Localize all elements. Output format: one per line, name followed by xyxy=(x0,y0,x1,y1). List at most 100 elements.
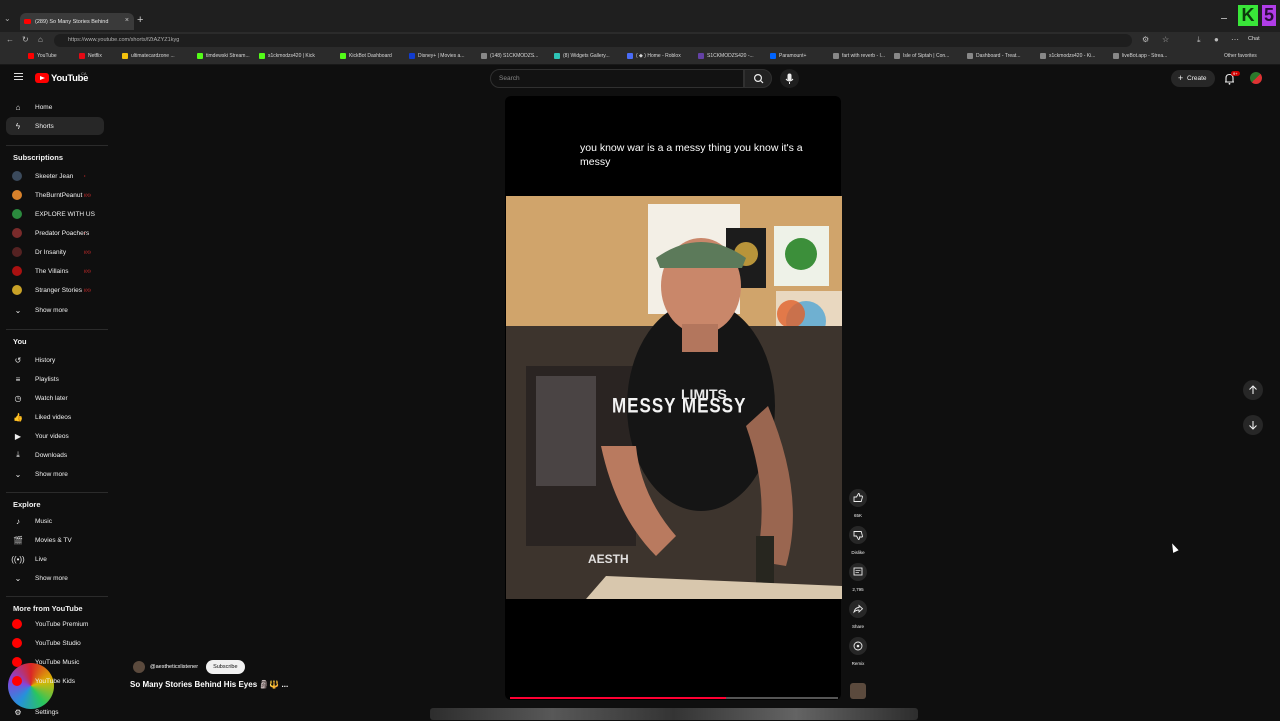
explore-heading[interactable]: Explore xyxy=(13,500,41,509)
bookmark-label: Dashboard - Treat... xyxy=(976,53,1021,59)
search-button[interactable] xyxy=(744,69,772,88)
sidebar-item-label: Watch later xyxy=(35,394,68,402)
new-tab-button[interactable]: + xyxy=(137,14,143,26)
sidebar-item-shorts[interactable]: ϟ Shorts xyxy=(6,117,104,135)
extensions-icon[interactable]: ⚙ xyxy=(1142,35,1149,44)
subscriptions-heading[interactable]: Subscriptions xyxy=(13,153,63,162)
live-indicator-icon: ((•)) xyxy=(84,287,91,292)
subs-show-more[interactable]: ⌄ Show more xyxy=(6,301,104,319)
subscription-item[interactable]: Predator Poachers xyxy=(6,224,104,242)
sidebar-item-explore[interactable]: ((•)) Live xyxy=(6,550,104,568)
more-youtube-item[interactable]: YouTube Kids xyxy=(6,672,104,690)
short-video-frame[interactable]: MESSY MESSY LIMITS AESTH xyxy=(506,196,842,599)
more-youtube-item[interactable]: YouTube Studio xyxy=(6,634,104,652)
download-icon: ⤓ xyxy=(16,450,20,459)
you-heading[interactable]: You xyxy=(13,337,27,346)
bookmarks-bar: YouTube Netflix ultimatecardzone ... timdew… xyxy=(0,49,1280,65)
address-bar[interactable]: https://www.youtube.com/shorts/fZtAZYZ1k… xyxy=(54,34,1132,47)
bookmark-item[interactable]: YouTube xyxy=(28,53,57,59)
share-icon xyxy=(853,604,864,614)
voice-search-button[interactable] xyxy=(780,69,799,88)
tab-close-icon[interactable]: × xyxy=(125,17,129,24)
plus-icon: + xyxy=(1178,73,1184,83)
channel-avatar[interactable] xyxy=(133,661,145,673)
bookmark-item[interactable]: Netflix xyxy=(79,53,102,59)
thumbs-up-icon xyxy=(853,493,863,502)
sidebar-item-home[interactable]: ⌂ Home xyxy=(6,98,104,116)
you-show-more[interactable]: ⌄ Show more xyxy=(6,465,104,483)
previous-short-button[interactable] xyxy=(1243,380,1263,400)
watch-later-icon: ◷ xyxy=(14,393,22,403)
back-icon[interactable]: ← xyxy=(6,35,14,44)
other-favorites[interactable]: Other favorites xyxy=(1224,53,1257,59)
sidebar-item-you[interactable]: ≡ Playlists xyxy=(6,370,104,388)
sidebar-item-you[interactable]: ↺ History xyxy=(6,351,104,369)
refresh-icon[interactable]: ↻ xyxy=(22,35,29,44)
favorites-icon[interactable]: ☆ xyxy=(1162,35,1169,44)
create-button[interactable]: + Create xyxy=(1171,70,1215,87)
video-progress-bar[interactable] xyxy=(510,697,838,699)
bookmark-item[interactable]: (8) Widgets Gallery... xyxy=(554,53,610,59)
bookmark-item[interactable]: ( ◆ ) Home - Roblox xyxy=(627,53,681,59)
more-youtube-item[interactable]: YouTube Music xyxy=(6,653,104,671)
dislike-button[interactable] xyxy=(849,526,867,544)
bookmark-item[interactable]: s1ckmodzs420 - Ki... xyxy=(1040,53,1095,59)
tab-search-icon[interactable]: ⌄ xyxy=(4,14,11,23)
account-avatar[interactable] xyxy=(1250,72,1262,84)
minimize-icon[interactable] xyxy=(1221,18,1227,19)
bookmark-item[interactable]: timdewski Stream... xyxy=(197,53,250,59)
subscription-item[interactable]: Skeeter Jean xyxy=(6,167,104,185)
sidebar-item-you[interactable]: 👍 Liked videos xyxy=(6,408,104,426)
remix-button[interactable] xyxy=(849,637,867,655)
bookmark-item[interactable]: liveBot.app - Strea... xyxy=(1113,53,1167,59)
short-title[interactable]: So Many Stories Behind His Eyes 🗿🔱 ... xyxy=(130,680,288,689)
like-button[interactable] xyxy=(849,489,867,507)
channel-name[interactable]: @aestheticxlistener xyxy=(150,664,198,670)
comments-button[interactable] xyxy=(849,563,867,581)
youtube-logo-icon[interactable] xyxy=(35,73,49,83)
subscribe-button[interactable]: Subscribe xyxy=(206,660,245,674)
create-label: Create xyxy=(1187,75,1207,82)
bookmark-item[interactable]: ultimatecardzone ... xyxy=(122,53,175,59)
sound-thumbnail[interactable] xyxy=(850,683,866,699)
home-browser-icon[interactable]: ⌂ xyxy=(38,35,43,44)
bookmark-item[interactable]: (148) S1CKMODZS... xyxy=(481,53,538,59)
sidebar-divider xyxy=(6,145,108,146)
kick-logo-icon: K xyxy=(1238,5,1258,26)
taskbar-preview xyxy=(430,708,918,720)
search-input[interactable]: Search xyxy=(490,69,744,88)
bookmark-label: Paramount+ xyxy=(779,53,807,59)
bookmark-label: s1ckmodzs420 - Ki... xyxy=(1049,53,1096,59)
more-from-youtube-heading[interactable]: More from YouTube xyxy=(13,604,83,613)
downloads-browser-icon[interactable]: ⤓ xyxy=(1197,35,1201,45)
hamburger-menu-icon[interactable] xyxy=(14,73,23,80)
menu-dots-icon[interactable]: ⋯ xyxy=(1231,35,1239,44)
bookmark-label: Isle of Siptah | Con... xyxy=(903,53,950,59)
chat-button[interactable]: Chat xyxy=(1248,36,1260,42)
more-youtube-item[interactable]: YouTube Premium xyxy=(6,615,104,633)
explore-show-more[interactable]: ⌄ Show more xyxy=(6,569,104,587)
profile-icon[interactable]: ● xyxy=(1214,35,1219,44)
next-short-button[interactable] xyxy=(1243,415,1263,435)
browser-tab[interactable]: (289) So Many Stories Behind × xyxy=(20,13,134,30)
bookmark-label: Netflix xyxy=(88,53,102,59)
bookmark-item[interactable]: Dashboard - Treat... xyxy=(967,53,1020,59)
bookmark-item[interactable]: Isle of Siptah | Con... xyxy=(894,53,949,59)
sidebar-item-explore[interactable]: ♪ Music xyxy=(6,512,104,530)
bookmark-item[interactable]: fart with reverb - I... xyxy=(833,53,885,59)
sidebar-item-explore[interactable]: 🎬 Movies & TV xyxy=(6,531,104,549)
bookmark-item[interactable]: Paramount+ xyxy=(770,53,806,59)
sidebar-item-you[interactable]: ▶ Your videos xyxy=(6,427,104,445)
subscription-item[interactable]: EXPLORE WITH US xyxy=(6,205,104,223)
channel-avatar-icon xyxy=(12,247,22,257)
sidebar-item-you[interactable]: ◷ Watch later xyxy=(6,389,104,407)
bookmark-item[interactable]: s1ckmodzs420 | Kick xyxy=(259,53,315,59)
sidebar-item-settings[interactable]: ⚙ Settings xyxy=(6,703,104,721)
bookmark-item[interactable]: S1CKMODZS420 -... xyxy=(698,53,754,59)
country-code: CA xyxy=(81,71,87,76)
share-button[interactable] xyxy=(849,600,867,618)
bookmark-item[interactable]: Disney+ | Movies a... xyxy=(409,53,464,59)
gear-icon: ⚙ xyxy=(14,707,22,717)
bookmark-item[interactable]: KickBot Dashboard xyxy=(340,53,392,59)
sidebar-item-you[interactable]: ⤓ Downloads xyxy=(6,446,104,464)
